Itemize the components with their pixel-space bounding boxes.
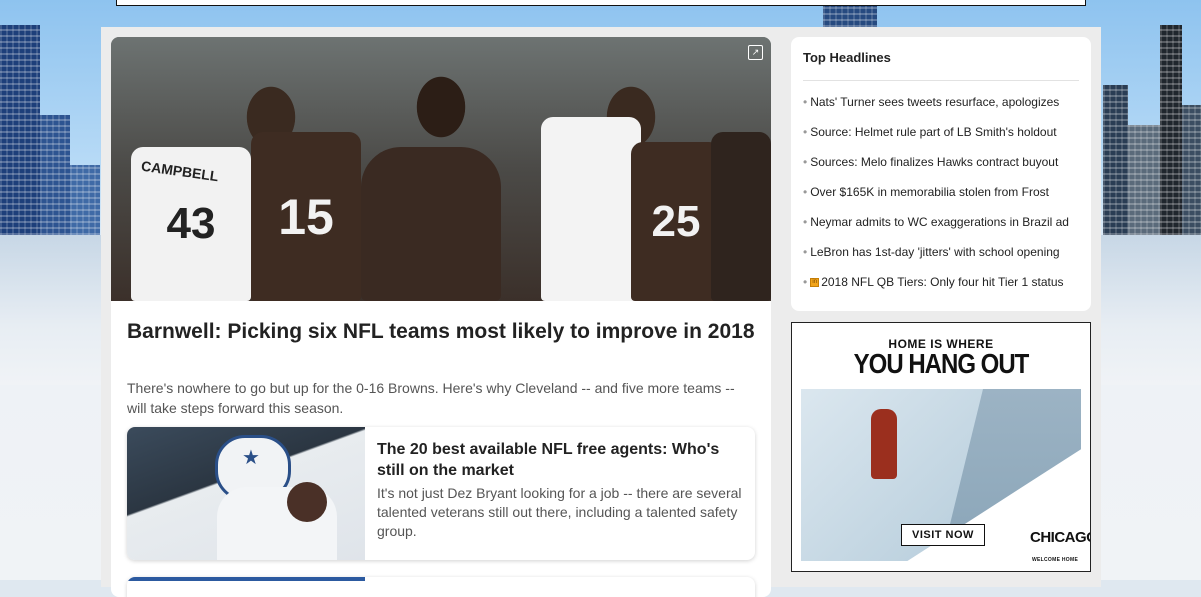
player-jersey: 15 xyxy=(251,132,361,301)
headline-link[interactable]: Sources: Melo finalizes Hawks contract b… xyxy=(810,155,1058,170)
headline-link[interactable]: Neymar admits to WC exaggerations in Bra… xyxy=(810,215,1069,230)
headline-item[interactable]: • Sources: Melo finalizes Hawks contract … xyxy=(803,155,1087,185)
headline-item[interactable]: • Nats' Turner sees tweets resurface, apo… xyxy=(803,95,1087,125)
expand-icon[interactable]: ↗ xyxy=(748,45,763,60)
hero-headline-link[interactable]: Barnwell: Picking six NFL teams most lik… xyxy=(127,318,757,346)
hero-story-card[interactable]: 43 15 25 CAMPBELL ↗ Barnwell: Picking si… xyxy=(111,37,771,597)
next-story-card[interactable] xyxy=(127,577,755,597)
headline-item[interactable]: • Neymar admits to WC exaggerations in Br… xyxy=(803,215,1087,245)
chicago-logo-tagline: WELCOME HOME xyxy=(1032,557,1079,563)
visit-now-button[interactable]: VISIT NOW xyxy=(901,524,985,546)
ad-line-2: YOU HANG OUT xyxy=(853,348,1030,380)
top-ad-frame xyxy=(116,0,1086,6)
secondary-story-card[interactable]: ★ The 20 best available NFL free agents:… xyxy=(127,427,755,560)
headline-link[interactable]: Over $165K in memorabilia stolen from Fr… xyxy=(810,185,1049,200)
headline-link[interactable]: LeBron has 1st-day 'jitters' with school… xyxy=(810,245,1059,260)
player-jersey xyxy=(541,117,641,301)
top-headlines-title: Top Headlines xyxy=(803,50,891,65)
secondary-story-headline[interactable]: The 20 best available NFL free agents: W… xyxy=(377,439,747,481)
coach-figure xyxy=(361,147,501,301)
hero-photo-browns-team[interactable]: 43 15 25 CAMPBELL ↗ xyxy=(111,37,771,301)
player-jersey: 25 xyxy=(631,142,721,301)
headline-item[interactable]: • Source: Helmet rule part of LB Smith's … xyxy=(803,125,1087,155)
headline-list: • Nats' Turner sees tweets resurface, apo… xyxy=(803,95,1087,305)
chicago-logo: CHICAGO xyxy=(1030,529,1091,546)
headline-link[interactable]: Nats' Turner sees tweets resurface, apol… xyxy=(810,95,1059,110)
hero-summary: There's nowhere to go but up for the 0-1… xyxy=(127,380,735,416)
secondary-story-summary: It's not just Dez Bryant looking for a j… xyxy=(377,485,742,539)
headline-link[interactable]: 2018 NFL QB Tiers: Only four hit Tier 1 … xyxy=(821,275,1063,290)
climber-figure xyxy=(871,409,897,479)
divider xyxy=(803,80,1079,81)
secondary-story-photo[interactable]: ★ xyxy=(127,427,365,560)
player-jersey xyxy=(711,132,771,301)
chicago-tourism-ad[interactable]: HOME IS WHERE YOU HANG OUT VISIT NOW CHI… xyxy=(791,322,1091,572)
headline-link[interactable]: Source: Helmet rule part of LB Smith's h… xyxy=(810,125,1056,140)
headline-item[interactable]: • LeBron has 1st-day 'jitters' with schoo… xyxy=(803,245,1087,275)
espn-insider-icon: in xyxy=(810,278,820,287)
headline-item[interactable]: • Over $165K in memorabilia stolen from F… xyxy=(803,185,1087,215)
top-headlines-panel: Top Headlines • Nats' Turner sees tweets … xyxy=(791,37,1091,311)
headline-item[interactable]: • in 2018 NFL QB Tiers: Only four hit Tier… xyxy=(803,275,1087,305)
